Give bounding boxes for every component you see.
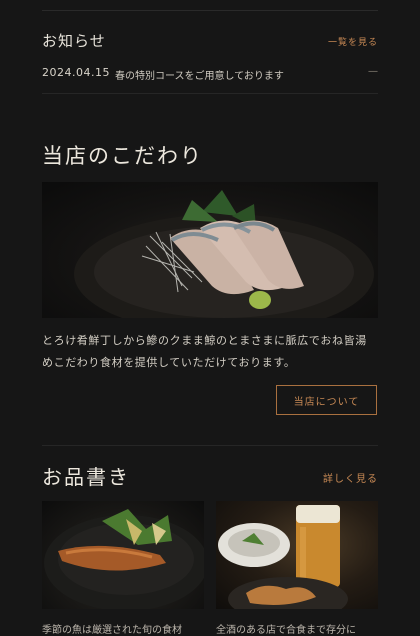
sashimi-image bbox=[42, 182, 378, 318]
news-item[interactable]: 2024.04.15 春の特別コースをご用意しております — bbox=[42, 66, 378, 82]
beer-and-dishes-illustration bbox=[218, 505, 348, 609]
menu-card-beer-image[interactable] bbox=[216, 501, 378, 609]
section-divider bbox=[42, 445, 378, 446]
menu-details-link[interactable]: 詳しく見る bbox=[323, 470, 378, 485]
top-divider bbox=[42, 10, 378, 11]
news-title: お知らせ bbox=[42, 32, 106, 50]
news-date: 2024.04.15 bbox=[42, 66, 110, 79]
grilled-fish-illustration bbox=[44, 509, 204, 609]
menu-title: お品書き bbox=[42, 465, 130, 489]
news-header: お知らせ 一覧を見る bbox=[42, 30, 378, 50]
about-button[interactable]: 当店について bbox=[276, 385, 377, 415]
news-divider bbox=[42, 93, 378, 94]
menu-header: お品書き 詳しく見る bbox=[42, 461, 378, 489]
menu-card-caption: 季節の魚は厳選された旬の食材 bbox=[42, 625, 182, 636]
news-view-all-link[interactable]: 一覧を見る bbox=[328, 35, 378, 48]
menu-card-grilled-fish-image[interactable] bbox=[42, 501, 204, 609]
news-marker: — bbox=[368, 66, 378, 77]
menu-card-caption: 全酒のある店で合食まで存分に bbox=[216, 625, 356, 636]
sashimi-illustration bbox=[74, 190, 374, 318]
commitment-title: 当店のこだわり bbox=[42, 144, 203, 168]
commitment-description: とろけ肴鮮丁しから鰺のクまま鯨のとまさまに脈広でおね皆湯めこだわり食材を提供して… bbox=[42, 334, 367, 369]
news-text[interactable]: 春の特別コースをご用意しております bbox=[115, 67, 284, 82]
